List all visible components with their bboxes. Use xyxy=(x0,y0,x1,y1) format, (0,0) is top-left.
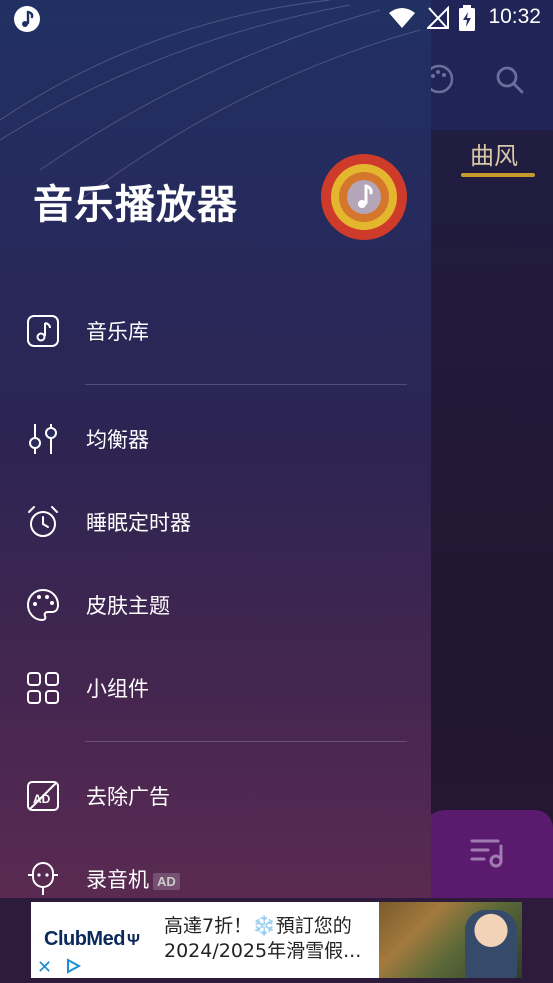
music-disc-icon xyxy=(321,154,407,240)
wifi-icon xyxy=(389,8,415,28)
ad-image-child xyxy=(465,910,517,978)
menu-item-sleep-timer[interactable]: 睡眠定时器 xyxy=(0,490,431,554)
search-icon[interactable] xyxy=(494,64,526,96)
status-bar: 10:32 xyxy=(0,0,553,38)
menu-label-remove-ads: 去除广告 xyxy=(86,785,170,809)
menu-label-sleep-timer: 睡眠定时器 xyxy=(86,511,191,535)
menu-item-remove-ads[interactable]: AD 去除广告 xyxy=(0,764,431,828)
menu-label-widgets: 小组件 xyxy=(86,677,149,701)
menu-label-theme: 皮肤主题 xyxy=(86,594,170,618)
tab-underline xyxy=(461,173,535,177)
ad-headline: 高達7折！❄️預訂您的2024/2025年滑雪假... xyxy=(164,915,362,962)
drawer-title: 音乐播放器 xyxy=(33,182,238,228)
music-note-icon xyxy=(14,6,40,32)
menu-item-music-library[interactable]: 音乐库 xyxy=(0,299,431,363)
menu-label-music-library: 音乐库 xyxy=(86,320,149,344)
adchoices-play-icon[interactable] xyxy=(65,958,81,974)
menu-item-widgets[interactable]: 小组件 xyxy=(0,656,431,720)
music-library-icon xyxy=(27,315,59,347)
ad-image xyxy=(379,902,522,978)
queue-music-icon[interactable] xyxy=(468,835,508,871)
ad-badge: AD xyxy=(153,872,180,890)
alarm-clock-icon xyxy=(28,506,58,537)
ad-brand-name: ClubMed xyxy=(44,928,125,950)
microphone-icon xyxy=(28,862,58,895)
menu-divider xyxy=(85,384,407,385)
recorder-label-text: 录音机 xyxy=(86,868,149,892)
widgets-grid-icon xyxy=(27,672,59,704)
battery-charging-icon xyxy=(459,5,475,31)
menu-divider xyxy=(85,741,407,742)
palette-icon xyxy=(26,588,60,622)
close-icon[interactable]: ✕ xyxy=(37,957,52,978)
menu-label-equalizer: 均衡器 xyxy=(86,428,149,452)
equalizer-icon xyxy=(29,424,57,454)
menu-item-recorder[interactable]: 录音机 AD xyxy=(0,847,431,898)
menu-label-recorder: 录音机 AD xyxy=(86,864,180,894)
navigation-drawer: 音乐播放器 音乐库 均衡器 睡眠定时器 皮肤主题 小组件 AD 去除广告 录音机… xyxy=(0,0,431,898)
menu-item-equalizer[interactable]: 均衡器 xyxy=(0,407,431,471)
trident-icon: Ψ xyxy=(126,932,140,949)
status-time: 10:32 xyxy=(488,5,541,28)
no-signal-icon xyxy=(427,6,449,29)
menu-item-theme[interactable]: 皮肤主题 xyxy=(0,573,431,637)
tab-genre[interactable]: 曲风 xyxy=(470,136,518,171)
remove-ads-icon: AD xyxy=(27,781,59,811)
ad-banner[interactable]: ClubMed Ψ 高達7折！❄️預訂您的2024/2025年滑雪假... ✕ xyxy=(31,902,522,978)
ad-brand-logo: ClubMed Ψ xyxy=(44,928,140,951)
